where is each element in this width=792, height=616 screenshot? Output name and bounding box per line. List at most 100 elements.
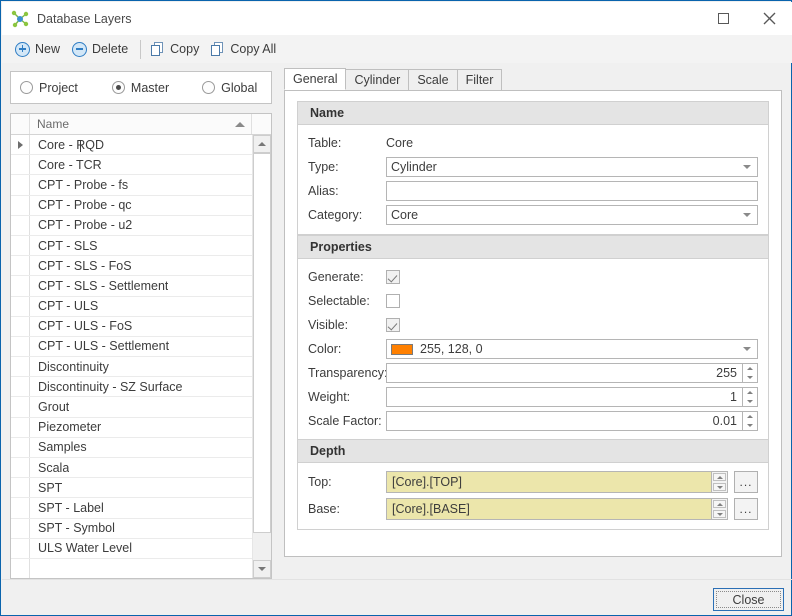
- table-row[interactable]: CPT - SLS: [11, 235, 252, 257]
- base-value[interactable]: [Core].[BASE]: [386, 498, 711, 520]
- scale-factor-decrement[interactable]: [743, 421, 757, 430]
- row-name-cell: ULS Water Level: [38, 541, 133, 556]
- top-decrement[interactable]: [713, 483, 726, 491]
- properties-group-title: Properties: [298, 236, 768, 259]
- radio-project[interactable]: Project: [20, 81, 78, 95]
- row-name-cell: CPT - ULS - FoS: [38, 319, 133, 334]
- transparency-spin-buttons: [742, 363, 758, 383]
- row-indicator-cell: [11, 458, 30, 478]
- properties-group: Properties Generate: Selectable: Visible…: [297, 235, 769, 441]
- scroll-up-button[interactable]: [253, 135, 271, 153]
- top-value[interactable]: [Core].[TOP]: [386, 471, 711, 493]
- row-name-cell: Scala: [38, 460, 70, 475]
- weight-value[interactable]: 1: [386, 387, 742, 407]
- grid-vertical-scrollbar[interactable]: [252, 135, 271, 578]
- copy-icon: [151, 41, 165, 57]
- copy-button-label: Copy: [170, 42, 200, 56]
- scrollbar-thumb[interactable]: [253, 153, 271, 533]
- scroll-down-button[interactable]: [253, 560, 271, 578]
- base-browse-button[interactable]: ...: [734, 498, 758, 520]
- row-name-cell: CPT - SLS: [38, 238, 98, 253]
- close-window-button[interactable]: [746, 2, 792, 35]
- field-base: Base: [Core].[BASE] ...: [308, 498, 758, 520]
- weight-increment[interactable]: [743, 388, 757, 397]
- tab-general-label: General: [293, 72, 338, 86]
- table-row[interactable]: CPT - SLS - FoS: [11, 256, 252, 277]
- table-row[interactable]: Discontinuity: [11, 357, 252, 378]
- color-dropdown[interactable]: 255, 128, 0: [386, 339, 758, 359]
- visible-checkbox[interactable]: [386, 318, 400, 332]
- table-row[interactable]: ULS Water Level: [11, 538, 252, 559]
- column-header-name[interactable]: Name: [30, 114, 252, 134]
- chevron-down-icon: [747, 400, 753, 403]
- tab-scale[interactable]: Scale: [408, 69, 458, 90]
- radio-global[interactable]: Global: [202, 81, 257, 95]
- color-swatch: [391, 343, 413, 355]
- table-row[interactable]: CPT - ULS: [11, 296, 252, 317]
- table-row[interactable]: Grout: [11, 397, 252, 418]
- table-row[interactable]: SPT - Label: [11, 498, 252, 519]
- table-row[interactable]: Piezometer: [11, 417, 252, 438]
- base-increment[interactable]: [713, 500, 726, 508]
- table-row[interactable]: SPT: [11, 478, 252, 499]
- copy-all-button[interactable]: Copy All: [206, 37, 283, 61]
- transparency-increment[interactable]: [743, 364, 757, 373]
- row-name-cell: Core - TCR: [38, 157, 102, 172]
- category-label: Category:: [308, 208, 363, 222]
- field-visible: Visible:: [308, 315, 758, 335]
- type-dropdown[interactable]: Cylinder: [386, 157, 758, 177]
- tab-general[interactable]: General: [284, 68, 347, 90]
- tab-filter[interactable]: Filter: [456, 69, 503, 90]
- table-row[interactable]: Core - TCR: [11, 155, 252, 176]
- transparency-decrement[interactable]: [743, 373, 757, 382]
- color-label: Color:: [308, 342, 342, 356]
- base-stepper[interactable]: [Core].[BASE]: [386, 498, 728, 520]
- table-row[interactable]: Samples: [11, 437, 252, 458]
- radio-master[interactable]: Master: [111, 81, 169, 95]
- top-spin-buttons: [711, 471, 728, 493]
- column-header-name-label: Name: [37, 117, 70, 131]
- category-dropdown[interactable]: Core: [386, 205, 758, 225]
- scale-factor-value[interactable]: 0.01: [386, 411, 742, 431]
- table-row[interactable]: Scala: [11, 458, 252, 479]
- transparency-stepper[interactable]: 255: [386, 363, 758, 383]
- base-decrement[interactable]: [713, 510, 726, 518]
- table-row[interactable]: CPT - Probe - qc: [11, 195, 252, 216]
- table-row[interactable]: CPT - ULS - Settlement: [11, 336, 252, 358]
- row-indicator-cell: [11, 377, 30, 397]
- row-name-cell: CPT - Probe - u2: [38, 218, 133, 233]
- close-button[interactable]: Close: [713, 588, 784, 611]
- row-name-cell: Discontinuity - SZ Surface: [38, 379, 183, 394]
- row-name-cell: CPT - Probe - fs: [38, 177, 129, 192]
- color-value: 255, 128, 0: [420, 342, 483, 356]
- generate-checkbox[interactable]: [386, 270, 400, 284]
- field-top: Top: [Core].[TOP] ...: [308, 471, 758, 493]
- alias-input[interactable]: [386, 181, 758, 201]
- transparency-value[interactable]: 255: [386, 363, 742, 383]
- tab-cylinder[interactable]: Cylinder: [345, 69, 410, 90]
- table-row[interactable]: SPT - Symbol: [11, 518, 252, 539]
- weight-stepper[interactable]: 1: [386, 387, 758, 407]
- table-row[interactable]: Discontinuity - SZ Surface: [11, 377, 252, 398]
- new-button[interactable]: New: [10, 37, 67, 61]
- table-row[interactable]: [11, 558, 252, 578]
- scale-factor-increment[interactable]: [743, 412, 757, 421]
- row-indicator-cell: [11, 195, 30, 215]
- top-increment[interactable]: [713, 473, 726, 481]
- table-row[interactable]: CPT - Probe - fs: [11, 175, 252, 196]
- maximize-button[interactable]: [700, 2, 746, 35]
- weight-decrement[interactable]: [743, 397, 757, 406]
- table-row[interactable]: Core - RQD: [11, 135, 252, 156]
- table-row[interactable]: CPT - Probe - u2: [11, 215, 252, 236]
- top-browse-button[interactable]: ...: [734, 471, 758, 493]
- table-row[interactable]: CPT - ULS - FoS: [11, 316, 252, 337]
- table-row[interactable]: CPT - SLS - Settlement: [11, 276, 252, 297]
- radio-project-indicator: [20, 81, 33, 94]
- selectable-checkbox[interactable]: [386, 294, 400, 308]
- copy-button[interactable]: Copy: [146, 37, 206, 61]
- row-indicator-cell: [11, 256, 30, 276]
- scale-factor-stepper[interactable]: 0.01: [386, 411, 758, 431]
- row-name-cell: SPT: [38, 480, 63, 495]
- top-stepper[interactable]: [Core].[TOP]: [386, 471, 728, 493]
- delete-button[interactable]: Delete: [67, 37, 135, 61]
